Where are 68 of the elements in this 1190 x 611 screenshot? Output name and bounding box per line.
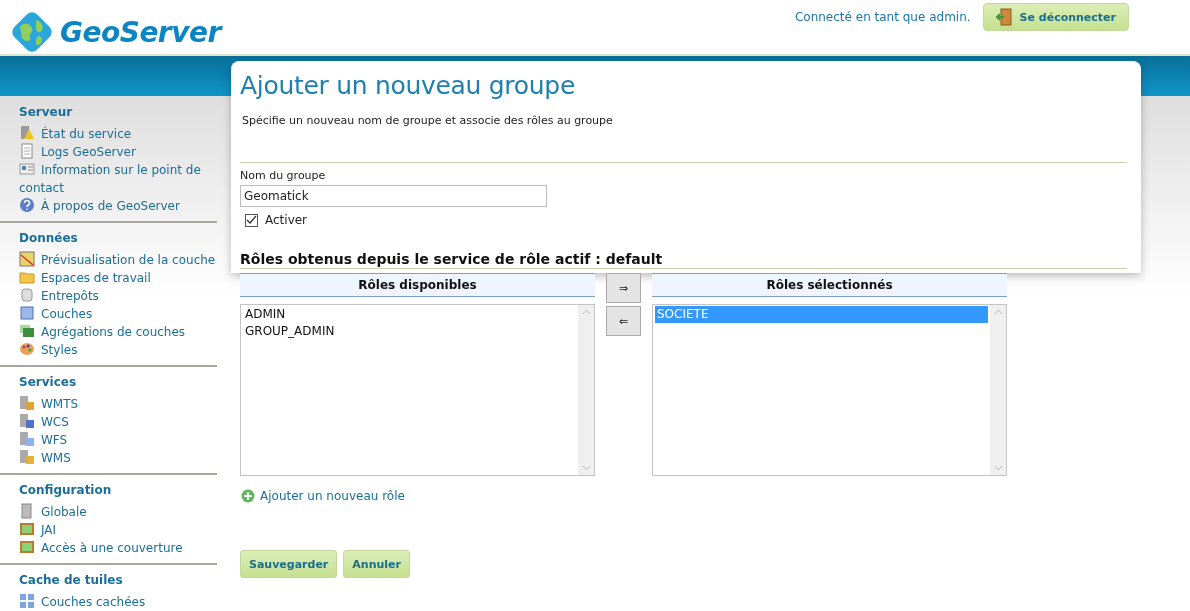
- logo-text: GeoServer: [60, 15, 221, 49]
- role-list[interactable]: ADMIN GROUP_ADMIN: [240, 304, 595, 476]
- sidebar-link[interactable]: WMTS: [0, 395, 217, 413]
- contact-card-icon: [19, 161, 35, 177]
- add-role-link[interactable]: Ajouter un nouveau rôle: [241, 489, 405, 503]
- sidebar-link[interactable]: WFS: [0, 431, 217, 449]
- sidebar-link[interactable]: JAI: [0, 521, 217, 539]
- warning-icon: [19, 125, 35, 141]
- list-header: Rôles sélectionnés: [652, 273, 1007, 297]
- section-heading: Rôles obtenus depuis le service de rôle actif : default: [240, 251, 664, 267]
- page-title: Ajouter un nouveau groupe: [240, 71, 576, 100]
- section-title: Données: [18, 231, 79, 247]
- help-icon: [19, 197, 35, 213]
- sidebar-link[interactable]: WCS: [0, 413, 217, 431]
- sidebar-link[interactable]: Information sur le point de contact: [0, 161, 217, 197]
- sidebar-link[interactable]: Couches cachées: [0, 593, 217, 611]
- cylinder-icon: [19, 287, 35, 303]
- sidebar-link[interactable]: Styles: [0, 341, 217, 359]
- list-option[interactable]: GROUP_ADMIN: [243, 323, 576, 340]
- list-header: Rôles disponibles: [240, 273, 595, 297]
- sidebar-link[interactable]: Globale: [0, 503, 217, 521]
- scroll-down-icon[interactable]: [993, 465, 1003, 471]
- layers-icon: [19, 323, 35, 339]
- scrollbar[interactable]: [990, 305, 1006, 475]
- sidebar-link[interactable]: État du service: [0, 125, 217, 143]
- list-option[interactable]: ADMIN: [243, 306, 576, 323]
- sidebar-link[interactable]: Prévisualisation de la couche: [0, 251, 217, 269]
- section-title: Services: [18, 375, 78, 391]
- login-status: Connecté en tant que admin.: [794, 10, 971, 24]
- scroll-up-icon[interactable]: [581, 309, 591, 315]
- section-title: Cache de tuiles: [18, 573, 124, 589]
- sidebar-link[interactable]: Entrepôts: [0, 287, 217, 305]
- picture-icon: [19, 521, 35, 537]
- checkbox-label: Activer: [265, 213, 308, 227]
- sidebar-link[interactable]: Espaces de travail: [0, 269, 217, 287]
- field-label: Nom du groupe: [240, 169, 327, 182]
- server-icon: [19, 503, 35, 519]
- server-icon: [19, 395, 35, 411]
- sidebar-link[interactable]: WMS: [0, 449, 217, 467]
- picture-icon: [19, 539, 35, 555]
- scroll-up-icon[interactable]: [993, 309, 1003, 315]
- server-icon: [19, 431, 35, 447]
- sidebar-link[interactable]: Accès à une couverture: [0, 539, 217, 557]
- square-icon: [19, 305, 35, 321]
- page-description: Spécifie un nouveau nom de groupe et associe des rôles au groupe: [242, 114, 614, 127]
- server-icon: [19, 449, 35, 465]
- section-title: Configuration: [18, 483, 113, 499]
- plus-icon: [241, 489, 255, 503]
- grid-icon: [19, 593, 35, 609]
- folder-icon: [19, 269, 35, 285]
- sidebar-link[interactable]: Logs GeoServer: [0, 143, 217, 161]
- sidebar-link[interactable]: Agrégations de couches: [0, 323, 217, 341]
- form-button[interactable]: Sauvegarder: [240, 550, 338, 578]
- door-icon: [995, 8, 1014, 26]
- move-button[interactable]: ⇒: [606, 273, 641, 303]
- group-name-field[interactable]: Geomatick: [240, 185, 547, 207]
- document-icon: [19, 143, 35, 159]
- server-icon: [19, 413, 35, 429]
- scrollbar[interactable]: [578, 305, 594, 475]
- logout-button[interactable]: Se déconnecter: [982, 3, 1129, 31]
- sidebar-link[interactable]: À propos de GeoServer: [0, 197, 217, 215]
- form-button[interactable]: Annuler: [343, 550, 410, 578]
- move-button[interactable]: ⇐: [606, 306, 641, 336]
- sidebar-link[interactable]: Couches: [0, 305, 217, 323]
- palette-icon: [19, 341, 35, 357]
- scroll-down-icon[interactable]: [581, 465, 591, 471]
- section-title: Serveur: [18, 105, 74, 121]
- map-icon: [19, 251, 35, 267]
